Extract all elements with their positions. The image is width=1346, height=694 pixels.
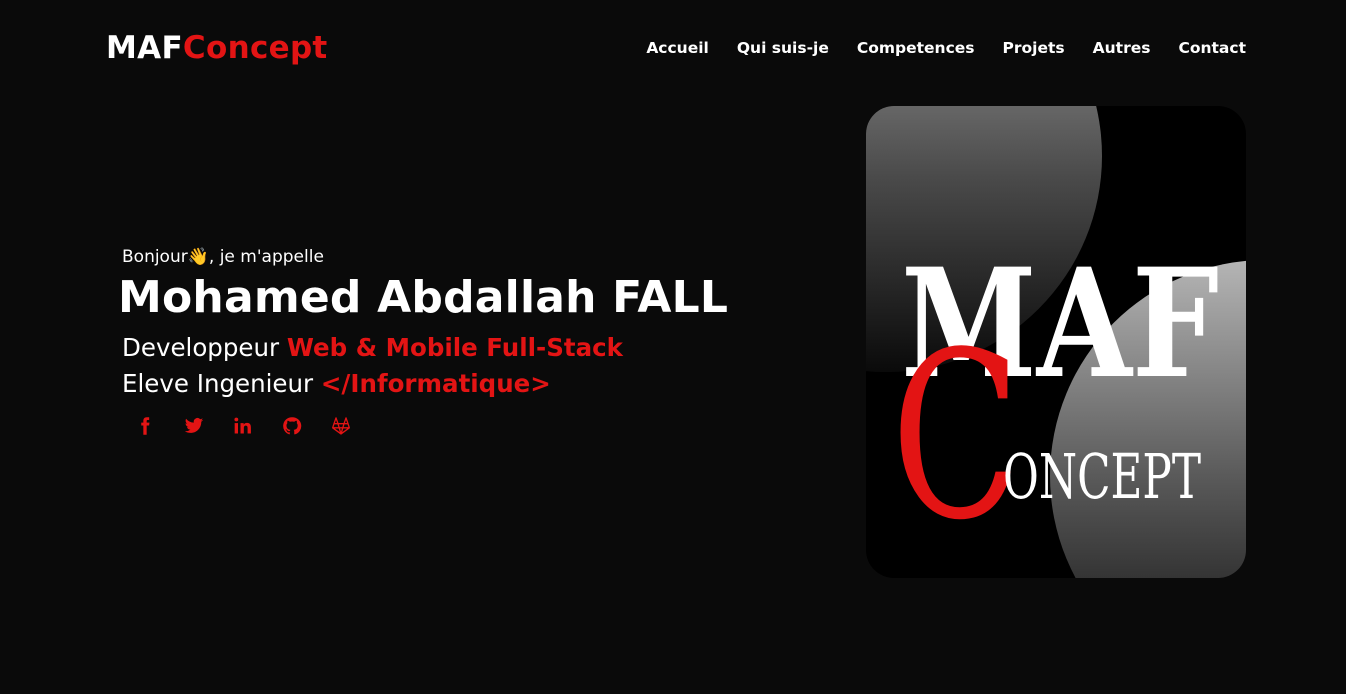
- page: MAFConcept Accueil Qui suis-je Competenc…: [0, 0, 1346, 694]
- brand-logo[interactable]: MAFConcept: [106, 28, 328, 68]
- github-icon: [283, 417, 302, 435]
- greeting-suffix: , je m'appelle: [208, 247, 324, 267]
- greeting-prefix: Bonjour: [122, 247, 188, 267]
- logo-art-c: C: [891, 304, 1021, 571]
- twitter-icon: [184, 418, 204, 433]
- logo-art-oncept: ONCEPT: [1003, 440, 1201, 513]
- main-nav: Accueil Qui suis-je Competences Projets …: [618, 36, 1246, 60]
- nav-accueil[interactable]: Accueil: [646, 39, 709, 57]
- brand-logo-part2: Concept: [182, 30, 328, 66]
- role2-prefix: Eleve Ingenieur: [122, 369, 321, 398]
- nav-projets[interactable]: Projets: [1003, 39, 1065, 57]
- gitlab-icon: [332, 417, 350, 435]
- twitter-link[interactable]: [181, 413, 207, 439]
- facebook-icon: [141, 417, 150, 435]
- linkedin-link[interactable]: [230, 413, 256, 439]
- gitlab-link[interactable]: [328, 413, 354, 439]
- hero-greeting: Bonjour👋, je m'appelle: [122, 244, 324, 270]
- brand-logo-part1: MAF: [106, 30, 183, 66]
- hero-role-engineer: Eleve Ingenieur </Informatique>: [122, 367, 551, 401]
- linkedin-icon: [234, 417, 251, 434]
- hero-logo-image: MAF C ONCEPT: [866, 106, 1246, 578]
- github-link[interactable]: [279, 413, 305, 439]
- nav-contact[interactable]: Contact: [1178, 39, 1246, 57]
- nav-competences[interactable]: Competences: [857, 39, 975, 57]
- social-links: [132, 413, 377, 439]
- nav-autres[interactable]: Autres: [1093, 39, 1151, 57]
- waving-hand-icon: 👋: [187, 247, 209, 267]
- role1-prefix: Developpeur: [122, 333, 287, 362]
- role1-highlight: Web & Mobile Full-Stack: [286, 333, 623, 362]
- facebook-link[interactable]: [132, 413, 158, 439]
- hero-name: Mohamed Abdallah FALL: [118, 272, 729, 323]
- role2-highlight: </Informatique>: [320, 369, 551, 398]
- nav-qui-suis-je[interactable]: Qui suis-je: [737, 39, 829, 57]
- hero-role-developer: Developpeur Web & Mobile Full-Stack: [122, 331, 623, 365]
